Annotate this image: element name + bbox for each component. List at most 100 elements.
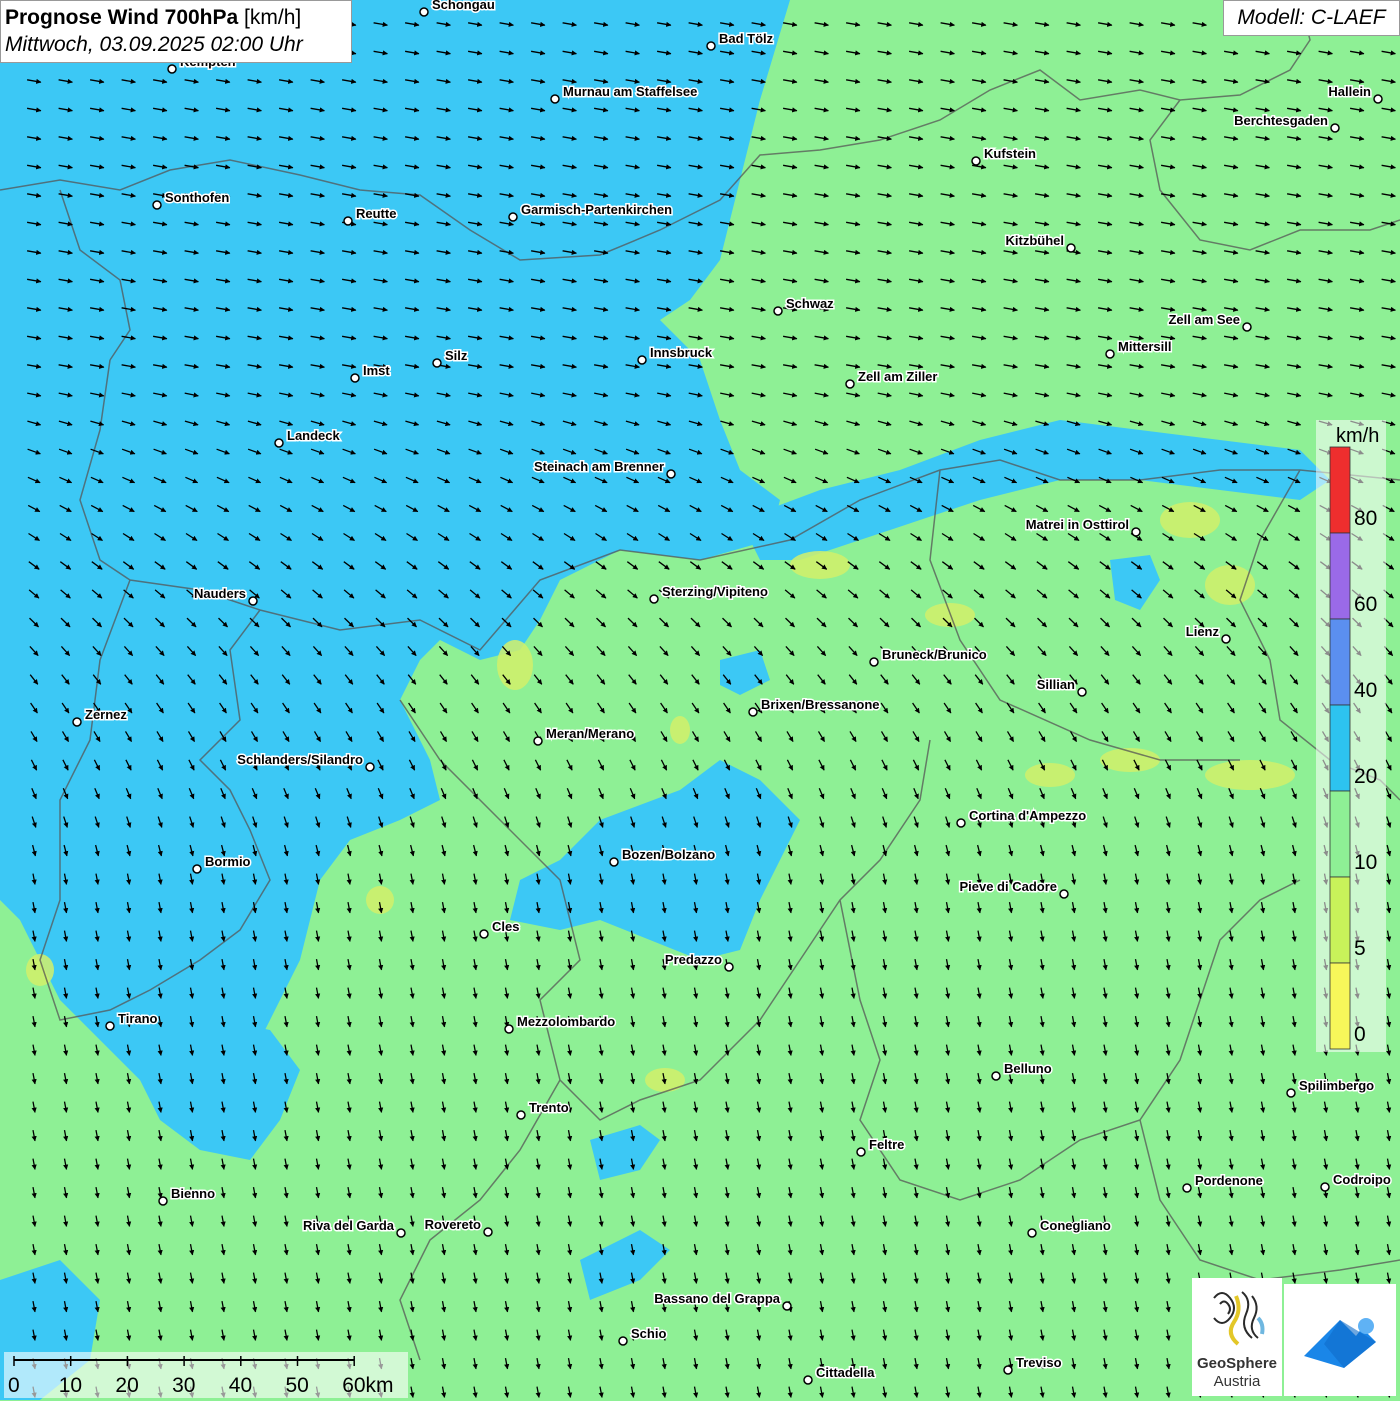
scale-label: 10 bbox=[59, 1374, 82, 1397]
scale-label: 50 bbox=[286, 1374, 309, 1397]
city-label: Bormio bbox=[205, 854, 251, 869]
legend-unit: km/h bbox=[1336, 425, 1379, 447]
city-label: Bozen/Bolzano bbox=[622, 847, 715, 862]
city-dot bbox=[649, 594, 659, 604]
geosphere-sub: Austria bbox=[1213, 1373, 1261, 1390]
city-label: Zernez bbox=[85, 707, 127, 722]
city-label: Cortina d'Ampezzo bbox=[969, 808, 1086, 823]
wind-map[interactable]: SchongauBad TölzKemptenMurnau am Staffel… bbox=[0, 0, 1400, 1400]
city-label: Trento bbox=[529, 1100, 569, 1115]
city-dot bbox=[724, 962, 734, 972]
city-dot bbox=[856, 1147, 866, 1157]
legend-swatch bbox=[1329, 704, 1351, 792]
city-dot bbox=[1105, 349, 1115, 359]
city-label: Sonthofen bbox=[165, 190, 229, 205]
legend-swatch bbox=[1329, 446, 1351, 534]
city-label: Cittadella bbox=[816, 1365, 875, 1380]
city-label: Spilimbergo bbox=[1299, 1078, 1374, 1093]
city-dot bbox=[1066, 243, 1076, 253]
legend-swatch bbox=[1329, 618, 1351, 706]
city-label: Belluno bbox=[1004, 1061, 1052, 1076]
legend-tick-label: 40 bbox=[1354, 679, 1377, 702]
city-dot bbox=[1182, 1183, 1192, 1193]
city-dot bbox=[1242, 322, 1252, 332]
city-dot bbox=[508, 212, 518, 222]
city-dot bbox=[365, 762, 375, 772]
legend-tick-label: 80 bbox=[1354, 507, 1377, 530]
city-label: Sterzing/Vipiteno bbox=[662, 584, 768, 599]
city-label: Schongau bbox=[432, 0, 495, 12]
city-dot bbox=[152, 200, 162, 210]
legend-swatch bbox=[1329, 532, 1351, 620]
city-dot bbox=[773, 306, 783, 316]
city-dot bbox=[1221, 634, 1231, 644]
city-label: Rovereto bbox=[425, 1217, 481, 1232]
model-label: Modell: C-LAEF bbox=[1223, 0, 1400, 36]
city-dot bbox=[105, 1021, 115, 1031]
city-dot bbox=[706, 41, 716, 51]
scale-label: 60km bbox=[342, 1374, 393, 1397]
title-box: Prognose Wind 700hPa [km/h] Mittwoch, 03… bbox=[0, 0, 352, 63]
city-label: Lienz bbox=[1186, 624, 1220, 639]
city-label: Schlanders/Silandro bbox=[237, 752, 363, 767]
scale-label: 20 bbox=[115, 1374, 138, 1397]
city-dot bbox=[483, 1227, 493, 1237]
city-dot bbox=[533, 736, 543, 746]
map-title-main: Prognose Wind 700hPa bbox=[5, 6, 239, 29]
city-label: Hallein bbox=[1328, 84, 1371, 99]
city-dot bbox=[479, 929, 489, 939]
city-dot bbox=[803, 1375, 813, 1385]
legend-swatches bbox=[1329, 446, 1351, 1050]
city-dot bbox=[869, 657, 879, 667]
city-dot bbox=[274, 438, 284, 448]
city-label: Bad Tölz bbox=[719, 31, 774, 46]
city-dot bbox=[1286, 1088, 1296, 1098]
city-dot bbox=[1003, 1365, 1013, 1375]
city-dot bbox=[432, 358, 442, 368]
city-dot bbox=[748, 707, 758, 717]
scale-ticks: 0 10 20 30 40 50 60km bbox=[8, 1356, 394, 1397]
city-dot bbox=[782, 1301, 792, 1311]
legend-tick-label: 10 bbox=[1354, 851, 1377, 874]
city-label: Meran/Merano bbox=[546, 726, 634, 741]
map-title-unit: [km/h] bbox=[244, 6, 302, 29]
city-label: Pordenone bbox=[1195, 1173, 1263, 1188]
city-dot bbox=[158, 1196, 168, 1206]
city-dot bbox=[845, 379, 855, 389]
city-dot bbox=[350, 373, 360, 383]
city-dot bbox=[1077, 687, 1087, 697]
city-dot bbox=[971, 156, 981, 166]
city-label: Schio bbox=[631, 1326, 666, 1341]
city-dot bbox=[419, 7, 429, 17]
city-dot bbox=[516, 1110, 526, 1120]
city-label: Silz bbox=[445, 348, 468, 363]
mountain-cloud-icon bbox=[1304, 1318, 1376, 1368]
city-label: Cles bbox=[492, 919, 519, 934]
city-dot bbox=[956, 818, 966, 828]
city-label: Bassano del Grappa bbox=[654, 1291, 780, 1306]
legend-tick-label: 60 bbox=[1354, 593, 1377, 616]
legend-swatch bbox=[1329, 876, 1351, 964]
legend-tick-label: 20 bbox=[1354, 765, 1377, 788]
city-dot bbox=[1320, 1182, 1330, 1192]
city-label: Berchtesgaden bbox=[1234, 113, 1328, 128]
city-label: Riva del Garda bbox=[303, 1218, 395, 1233]
city-label: Kitzbühel bbox=[1006, 233, 1065, 248]
geosphere-name: GeoSphere bbox=[1196, 1355, 1278, 1372]
city-label: Feltre bbox=[869, 1137, 904, 1152]
city-dot bbox=[550, 94, 560, 104]
city-dot bbox=[1131, 527, 1141, 537]
city-label: Brixen/Bressanone bbox=[761, 697, 880, 712]
city-dot bbox=[192, 864, 202, 874]
legend-swatch bbox=[1329, 790, 1351, 878]
city-label: Predazzo bbox=[665, 952, 722, 967]
city-dot bbox=[609, 857, 619, 867]
city-dot bbox=[666, 469, 676, 479]
city-label: Garmisch-Partenkirchen bbox=[521, 202, 672, 217]
city-dot bbox=[1373, 94, 1383, 104]
city-label: Treviso bbox=[1016, 1355, 1062, 1370]
geosphere-logo-icon bbox=[1213, 1291, 1265, 1346]
city-dot bbox=[72, 717, 82, 727]
city-label: Pieve di Cadore bbox=[959, 879, 1057, 894]
city-dot bbox=[637, 355, 647, 365]
